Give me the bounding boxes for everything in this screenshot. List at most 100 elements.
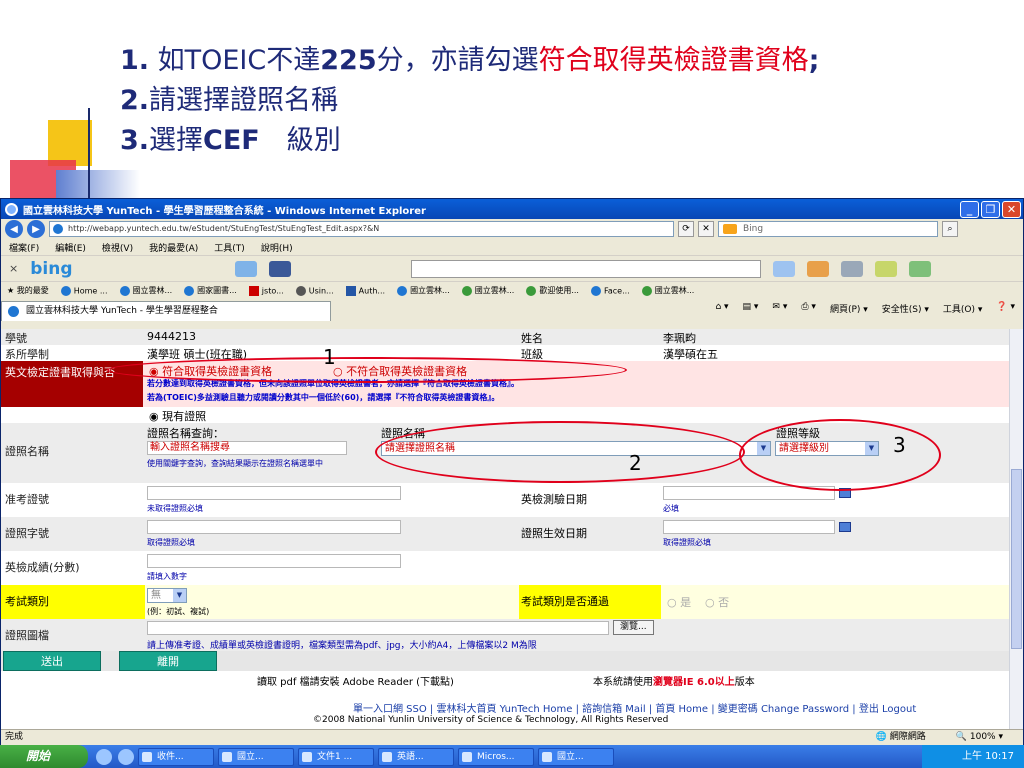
stop-icon[interactable]: ✕ [698, 221, 714, 237]
favorites-star-item[interactable]: ★ 我的最愛 [7, 285, 49, 296]
browse-button[interactable]: 瀏覽... [613, 620, 654, 635]
search-placeholder: Bing [743, 224, 764, 234]
mail-icon[interactable]: ✉ ▾ [772, 302, 787, 315]
favorite-item[interactable]: 國家圖書... [184, 285, 237, 296]
quick-launch-ie-icon[interactable] [96, 748, 112, 765]
quick-launch-ie2-icon[interactable] [118, 748, 134, 765]
cert-no-input[interactable] [147, 520, 401, 534]
menu-help[interactable]: 說明(H) [261, 241, 293, 254]
task-item[interactable]: 收件... [138, 747, 214, 766]
page-menu[interactable]: 網頁(P) ▾ [830, 302, 868, 315]
leave-button[interactable]: 離開 [119, 651, 217, 671]
favorite-item[interactable]: 歡迎使用... [526, 285, 579, 296]
forward-icon[interactable]: ▶ [27, 220, 45, 238]
bing-logo: bing [30, 258, 73, 279]
calendar-icon[interactable] [839, 522, 851, 532]
start-button[interactable]: 開始 [0, 745, 88, 768]
bing-search-input[interactable] [410, 259, 761, 278]
effective-label: 證照生效日期 [521, 527, 587, 540]
note-2: 若為(TOEIC)多益測驗且聽力或閱讀分數其中一個低於(60)，請選擇『不符合取… [147, 393, 500, 402]
print-icon[interactable]: ⎙ ▾ [801, 302, 816, 315]
task-item[interactable]: 文件1 ... [298, 747, 374, 766]
effective-hint: 取得證照必填 [663, 538, 711, 547]
facebook-icon[interactable] [268, 260, 291, 277]
refresh-icon[interactable]: ⟳ [678, 221, 694, 237]
task-item[interactable]: 國立... [538, 747, 614, 766]
annotation-2: 2 [629, 451, 642, 475]
menu-file[interactable]: 檔案(F) [9, 241, 39, 254]
row-actions: 送出 離開 [1, 651, 1009, 671]
tab-yuntech[interactable]: 國立雲林科技大學 YunTech - 學生學習歷程整合 [1, 301, 331, 321]
tab-row: 國立雲林科技大學 YunTech - 學生學習歷程整合 ⌂ ▾ ▤ ▾ ✉ ▾ … [1, 299, 1023, 321]
taskbar: 開始 收件... 國立... 文件1 ... 英語... Micros... 國… [0, 745, 1024, 768]
annotation-ellipse-3 [739, 419, 941, 491]
attach-input[interactable] [147, 621, 609, 635]
feeds-icon[interactable]: ▤ ▾ [743, 302, 759, 315]
menu-view[interactable]: 檢視(V) [102, 241, 133, 254]
favorite-item[interactable]: 國立雲林... [397, 285, 450, 296]
menu-edit[interactable]: 編輯(E) [55, 241, 86, 254]
home-icon[interactable]: ⌂ ▾ [715, 302, 728, 315]
search-input[interactable]: Bing [718, 221, 938, 237]
favorite-item[interactable]: 國立雲林... [119, 285, 172, 296]
score-label: 英檢成績(分數) [5, 561, 80, 574]
minimize-button[interactable]: _ [960, 200, 979, 218]
back-icon[interactable]: ◀ [5, 220, 23, 238]
bing-toolbar: × bing [1, 255, 1023, 281]
tools-menu[interactable]: 工具(O) ▾ [943, 302, 983, 315]
games-icon[interactable] [874, 260, 897, 277]
window-title: 國立雲林科技大學 YunTech - 學生學習歷程整合系統 - Windows … [23, 205, 426, 217]
zoom-control[interactable]: 🔍 100% ▾ [956, 730, 1003, 745]
effective-input[interactable] [663, 520, 835, 534]
exam-type-select[interactable]: 無 ▼ [147, 588, 187, 603]
task-item[interactable]: Micros... [458, 747, 534, 766]
dept-label: 系所學制 [5, 348, 49, 361]
score-input[interactable] [147, 554, 401, 568]
menu-bar: 檔案(F) 編輯(E) 檢視(V) 我的最愛(A) 工具(T) 說明(H) [1, 239, 1023, 255]
cert-query-input[interactable]: 輸入證照名稱搜尋 [147, 441, 347, 455]
video-icon[interactable] [840, 260, 863, 277]
task-item[interactable]: 英語... [378, 747, 454, 766]
favorite-item[interactable]: Home ... [60, 285, 108, 296]
save-button[interactable]: 送出 [3, 651, 101, 671]
command-bar: ⌂ ▾ ▤ ▾ ✉ ▾ ⎙ ▾ 網頁(P) ▾ 安全性(S) ▾ 工具(O) ▾… [715, 302, 1015, 315]
weather-icon[interactable] [234, 260, 257, 277]
cert-query-label: 證照名稱查詢： [147, 427, 224, 440]
attach-label: 證照圖檔 [5, 629, 49, 642]
close-button[interactable]: ✕ [1002, 200, 1021, 218]
admit-input[interactable] [147, 486, 401, 500]
favorite-item[interactable]: 國立雲林... [641, 285, 694, 296]
exam-pass-no-radio[interactable]: ○ 否 [705, 594, 729, 610]
address-input[interactable]: http://webapp.yuntech.edu.tw/eStudent/St… [49, 221, 674, 237]
system-tray-clock[interactable]: 上午 10:17 [922, 745, 1024, 768]
close-toolbar-icon[interactable]: × [9, 262, 18, 275]
annotation-3: 3 [893, 433, 906, 457]
scrollbar-thumb[interactable] [1011, 469, 1022, 649]
favorite-item[interactable]: Usin... [295, 285, 334, 296]
news-icon[interactable] [806, 260, 829, 277]
address-text: http://webapp.yuntech.edu.tw/eStudent/St… [68, 224, 380, 233]
menu-tools[interactable]: 工具(T) [214, 241, 245, 254]
title-bar: 國立雲林科技大學 YunTech - 學生學習歷程整合系統 - Windows … [1, 199, 1023, 219]
help-icon[interactable]: ❓ ▾ [996, 302, 1015, 315]
footer-browser-note: 本系統請使用瀏覽器IE 6.0以上版本 [593, 677, 755, 688]
favorite-item[interactable]: Face... [590, 285, 630, 296]
vertical-scrollbar[interactable] [1009, 329, 1023, 729]
favorite-item[interactable]: Auth... [345, 285, 385, 296]
row-score: 英檢成績(分數) 請填入數字 [1, 551, 1009, 585]
status-text: 完成 [5, 732, 24, 742]
people-icon[interactable] [908, 260, 931, 277]
safety-menu[interactable]: 安全性(S) ▾ [882, 302, 929, 315]
search-icon[interactable]: ⌕ [942, 221, 958, 237]
menu-favorites[interactable]: 我的最愛(A) [149, 241, 198, 254]
favorites-bar: ★ 我的最愛 Home ... 國立雲林... 國家圖書... jsto... … [1, 281, 1023, 299]
favorite-item[interactable]: jsto... [248, 285, 284, 296]
like-icon[interactable] [772, 260, 795, 277]
task-item[interactable]: 國立... [218, 747, 294, 766]
exam-pass-yes-radio[interactable]: ○ 是 [667, 594, 691, 610]
maximize-button[interactable]: ❐ [981, 200, 1000, 218]
cert-name-label: 證照名稱 [5, 445, 49, 458]
footer-links[interactable]: 單一入口網 SSO | 雲林科大首頁 YunTech Home | 諮詢信箱 M… [353, 700, 916, 715]
favorite-item[interactable]: 國立雲林... [461, 285, 514, 296]
current-cert-radio[interactable]: ◉ 現有證照 [149, 408, 206, 424]
